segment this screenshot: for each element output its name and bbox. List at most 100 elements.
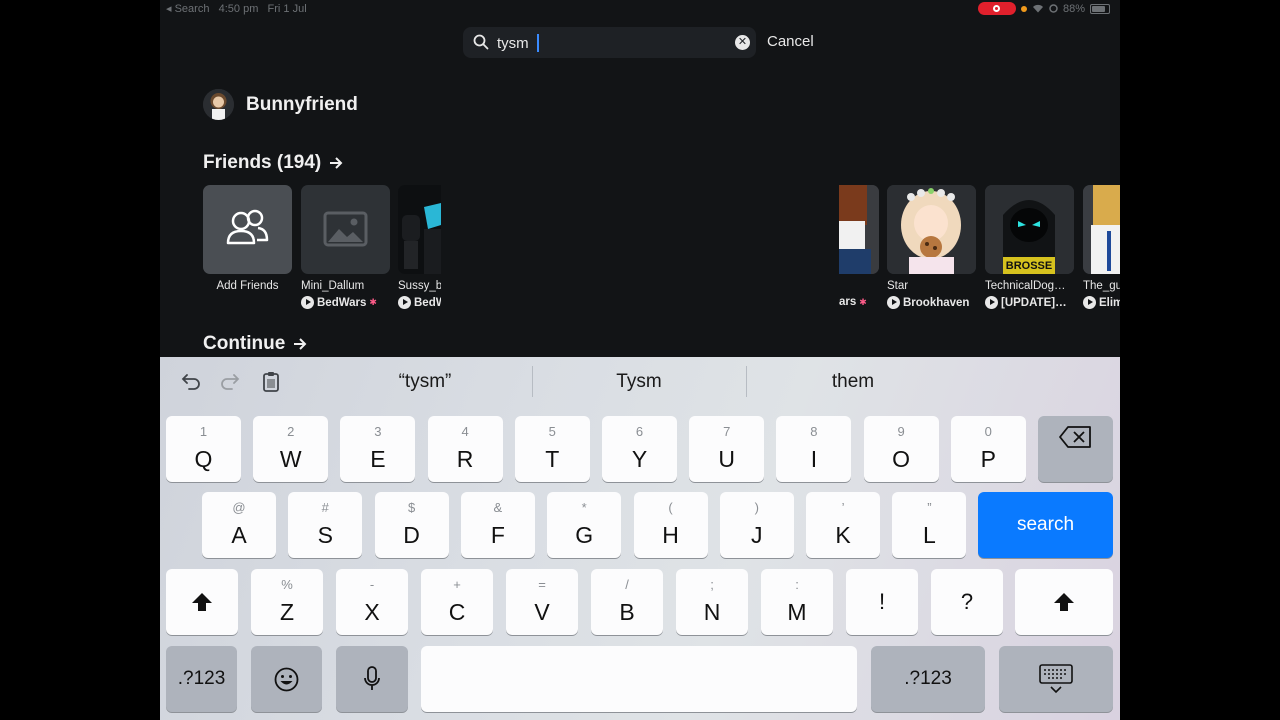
key-z[interactable]: % Z <box>251 569 323 635</box>
friend-avatar[interactable]: BROSSE <box>985 185 1074 274</box>
key-secondary-label: 9 <box>897 424 905 439</box>
key-e[interactable]: 3E <box>340 416 416 482</box>
suggestion-bar: “tysm” Tysm them <box>160 357 1120 407</box>
backspace-key[interactable] <box>1038 416 1113 482</box>
hide-keyboard-key[interactable] <box>999 646 1113 712</box>
key-i[interactable]: 8I <box>776 416 852 482</box>
key-label: T <box>545 446 560 472</box>
key-k[interactable]: ’ K <box>806 492 881 558</box>
friend-game[interactable]: Brookhaven <box>887 296 983 309</box>
key-label: L <box>922 522 936 548</box>
key-secondary-label: ; <box>710 577 714 592</box>
key-label: P <box>980 446 996 472</box>
suggestion-2[interactable]: Tysm <box>539 371 739 393</box>
friends-title: Friends (194) <box>203 152 322 173</box>
key-q[interactable]: 1Q <box>166 416 241 482</box>
key-exclamation[interactable]: ! <box>846 569 918 635</box>
search-key[interactable]: search <box>978 492 1113 558</box>
key-label: D <box>403 522 420 548</box>
shift-left-key[interactable] <box>166 569 238 635</box>
friend-game[interactable]: BedWars ✱ <box>301 296 397 309</box>
key-j[interactable]: ) J <box>719 492 794 558</box>
numbers-key-right[interactable]: .?123 <box>871 646 985 712</box>
friends-header[interactable]: Friends (194) <box>203 152 343 174</box>
search-input[interactable] <box>497 33 717 53</box>
key-r[interactable]: 4R <box>427 416 503 482</box>
key-w[interactable]: 2W <box>253 416 329 482</box>
microphone-icon <box>364 666 380 690</box>
key-label: O <box>892 446 911 472</box>
key-c[interactable]: + C <box>421 569 493 635</box>
hide-keyboard-icon <box>1039 664 1073 694</box>
key-s[interactable]: # S <box>288 492 363 558</box>
key-u[interactable]: 7U <box>689 416 765 482</box>
search-icon <box>473 34 489 50</box>
friend-game-label: BedW <box>414 296 441 309</box>
friend-game[interactable]: Elim <box>1083 296 1120 309</box>
key-secondary-label: 1 <box>199 424 208 439</box>
key-label: I <box>810 446 818 472</box>
key-label: U <box>718 446 735 472</box>
back-to-search-link[interactable]: ◂ Search <box>166 3 209 15</box>
key-label: J <box>751 522 763 548</box>
key-y[interactable]: 6Y <box>602 416 677 482</box>
dictation-key[interactable] <box>336 646 408 712</box>
friend-game[interactable]: [UPDATE]… <box>985 296 1081 309</box>
key-label: B <box>619 599 635 625</box>
key-label: C <box>448 599 466 625</box>
key-m[interactable]: :M <box>761 569 833 635</box>
screen-recording-icon[interactable] <box>977 2 1016 15</box>
app-screen: ◂ Search 4:50 pm Fri 1 Jul 88% ✕ Cancel <box>160 0 1120 720</box>
key-h[interactable]: (H <box>633 492 708 558</box>
arrow-right-icon <box>330 157 343 169</box>
key-label: R <box>456 446 474 472</box>
friend-game[interactable]: ars ✱ <box>839 296 879 308</box>
key-question[interactable]: ? <box>931 569 1003 635</box>
key-l[interactable]: ” L <box>892 492 967 558</box>
avatar[interactable] <box>203 89 234 120</box>
key-g[interactable]: * G <box>547 492 622 558</box>
suggestion-1[interactable]: “tysm” <box>325 371 525 393</box>
mic-indicator-icon <box>1020 5 1027 12</box>
friend-avatar[interactable] <box>301 185 390 274</box>
key-f[interactable]: & F <box>460 492 535 558</box>
shift-right-key[interactable] <box>1015 569 1113 635</box>
cancel-button[interactable]: Cancel <box>767 33 814 50</box>
numbers-key-left[interactable]: .?123 <box>166 646 237 712</box>
bug-icon: ✱ <box>369 297 377 307</box>
status-time: 4:50 pm <box>218 3 259 15</box>
friend-avatar[interactable] <box>1083 185 1120 274</box>
emoji-key[interactable] <box>251 646 322 712</box>
key-v[interactable]: = V <box>506 569 578 635</box>
paste-icon[interactable] <box>260 370 282 392</box>
continue-header[interactable]: Continue <box>203 333 307 355</box>
key-t[interactable]: 5T <box>514 416 590 482</box>
friend-avatar[interactable] <box>839 185 879 274</box>
search-bar[interactable]: ✕ <box>463 27 756 58</box>
key-secondary-label: 0 <box>984 424 992 439</box>
friend-avatar[interactable] <box>887 185 976 274</box>
suggestion-divider <box>532 366 533 397</box>
add-friends-tile[interactable] <box>203 185 292 274</box>
key-label: Q <box>194 446 213 472</box>
key-a[interactable]: @ A <box>202 492 276 558</box>
suggestion-3[interactable]: them <box>753 371 953 393</box>
key-p[interactable]: 0P <box>950 416 1026 482</box>
status-date: Fri 1 Jul <box>267 3 307 15</box>
key-d[interactable]: $ D <box>374 492 449 558</box>
redo-icon[interactable] <box>219 370 241 392</box>
friend-name: Mini_Dallum <box>301 280 365 292</box>
key-x[interactable]: -X <box>336 569 408 635</box>
key-n[interactable]: ; N <box>676 569 748 635</box>
key-secondary-label: 2 <box>287 424 295 439</box>
key-b[interactable]: / B <box>591 569 663 635</box>
undo-icon[interactable] <box>180 370 202 392</box>
friend-game[interactable]: BedW <box>398 296 441 309</box>
space-key[interactable] <box>421 646 857 712</box>
key-label: Z <box>279 599 295 625</box>
play-icon <box>985 296 998 309</box>
friend-avatar[interactable] <box>398 185 441 274</box>
clear-search-icon[interactable]: ✕ <box>735 35 750 50</box>
key-o[interactable]: 9O <box>863 416 939 482</box>
profile-username[interactable]: Bunnyfriend <box>246 94 358 116</box>
